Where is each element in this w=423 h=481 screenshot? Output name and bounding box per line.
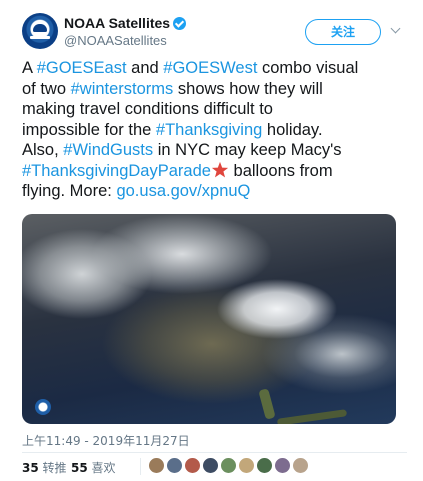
like-count-value: 55 (71, 461, 88, 475)
tweet-text: A #GOESEast and #GOESWest combo visual of… (22, 58, 407, 202)
tweet-text-line: A #GOESEast and #GOESWest combo visual (22, 58, 407, 79)
tweet-text-segment: balloons from (228, 161, 333, 180)
tweet-text-segment: and (126, 59, 164, 77)
tweet-text-segment: holiday. (262, 120, 323, 139)
hashtag-link[interactable]: #WindGusts (63, 141, 153, 159)
starfish-emoji-icon (211, 161, 229, 177)
liker-avatar-6[interactable] (238, 457, 255, 474)
stats-divider (140, 458, 141, 475)
hashtag-link[interactable]: #Thanksgiving (156, 121, 262, 139)
author-avatar[interactable] (22, 13, 58, 49)
tweet-media-image[interactable] (22, 214, 396, 424)
like-count-label: 喜欢 (91, 461, 116, 475)
tweet-text-segment: impossible for the (22, 120, 156, 139)
tweet-text-segment: of two (22, 79, 71, 98)
liker-avatar-1[interactable] (148, 457, 165, 474)
retweet-count-label: 转推 (42, 461, 67, 475)
tweet-text-line: flying. More: go.usa.gov/xpnuQ (22, 181, 407, 202)
hashtag-link[interactable]: #winterstorms (71, 80, 174, 98)
retweet-count-value: 35 (22, 461, 39, 475)
liker-avatar-9[interactable] (292, 457, 309, 474)
tweet-text-line: of two #winterstorms shows how they will (22, 79, 407, 100)
author-handle[interactable]: @NOAASatellites (64, 33, 186, 49)
tweet-text-segment: in NYC may keep Macy's (153, 141, 342, 159)
hashtag-link[interactable]: #ThanksgivingDayParade (22, 162, 211, 180)
florida-landmass (258, 388, 276, 420)
tweet-stats: 35 转推 55 喜欢 (22, 452, 407, 477)
url-link[interactable]: go.usa.gov/xpnuQ (116, 182, 250, 200)
tweet-text-line: Also, #WindGusts in NYC may keep Macy's (22, 140, 407, 161)
hashtag-link[interactable]: #GOESWest (163, 59, 257, 77)
cuba-landmass (276, 409, 348, 424)
tweet-text-segment: making travel conditions difficult to (22, 100, 273, 118)
hashtag-link[interactable]: #GOESEast (37, 59, 127, 77)
like-count[interactable]: 55 喜欢 (71, 459, 116, 476)
tweet-text-line: #ThanksgivingDayParade balloons from (22, 161, 407, 182)
tweet-text-segment: flying. More: (22, 182, 117, 200)
liker-avatar-3[interactable] (184, 457, 201, 474)
verified-badge-icon (173, 17, 187, 30)
noaa-logo-band (30, 36, 50, 39)
tweet-text-segment: combo visual (257, 59, 359, 77)
tweet-text-segment: A (22, 59, 37, 77)
tweet-text-segment: Also, (22, 141, 64, 159)
liker-avatar-5[interactable] (220, 457, 237, 474)
liker-avatar-4[interactable] (202, 457, 219, 474)
noaa-watermark-icon (35, 399, 51, 415)
liker-avatars (148, 457, 309, 474)
liker-avatar-7[interactable] (256, 457, 273, 474)
retweet-count[interactable]: 35 转推 (22, 459, 67, 476)
tweet-text-segment: shows how they will (173, 79, 323, 98)
tweet-text-line: impossible for the #Thanksgiving holiday… (22, 120, 407, 141)
chevron-down-icon[interactable] (388, 23, 404, 39)
follow-button[interactable]: 关注 (305, 19, 381, 45)
liker-avatar-2[interactable] (166, 457, 183, 474)
author-names[interactable]: NOAA Satellites @NOAASatellites (64, 15, 187, 49)
tweet-header: NOAA Satellites @NOAASatellites 关注 (22, 13, 407, 49)
tweet-timestamp[interactable]: 上午11:49 - 2019年11月27日 (22, 432, 190, 449)
liker-avatar-8[interactable] (274, 457, 291, 474)
author-display-name[interactable]: NOAA Satellites (64, 15, 170, 32)
noaa-logo-bird (33, 24, 47, 32)
tweet-text-line: making travel conditions difficult to (22, 99, 407, 120)
